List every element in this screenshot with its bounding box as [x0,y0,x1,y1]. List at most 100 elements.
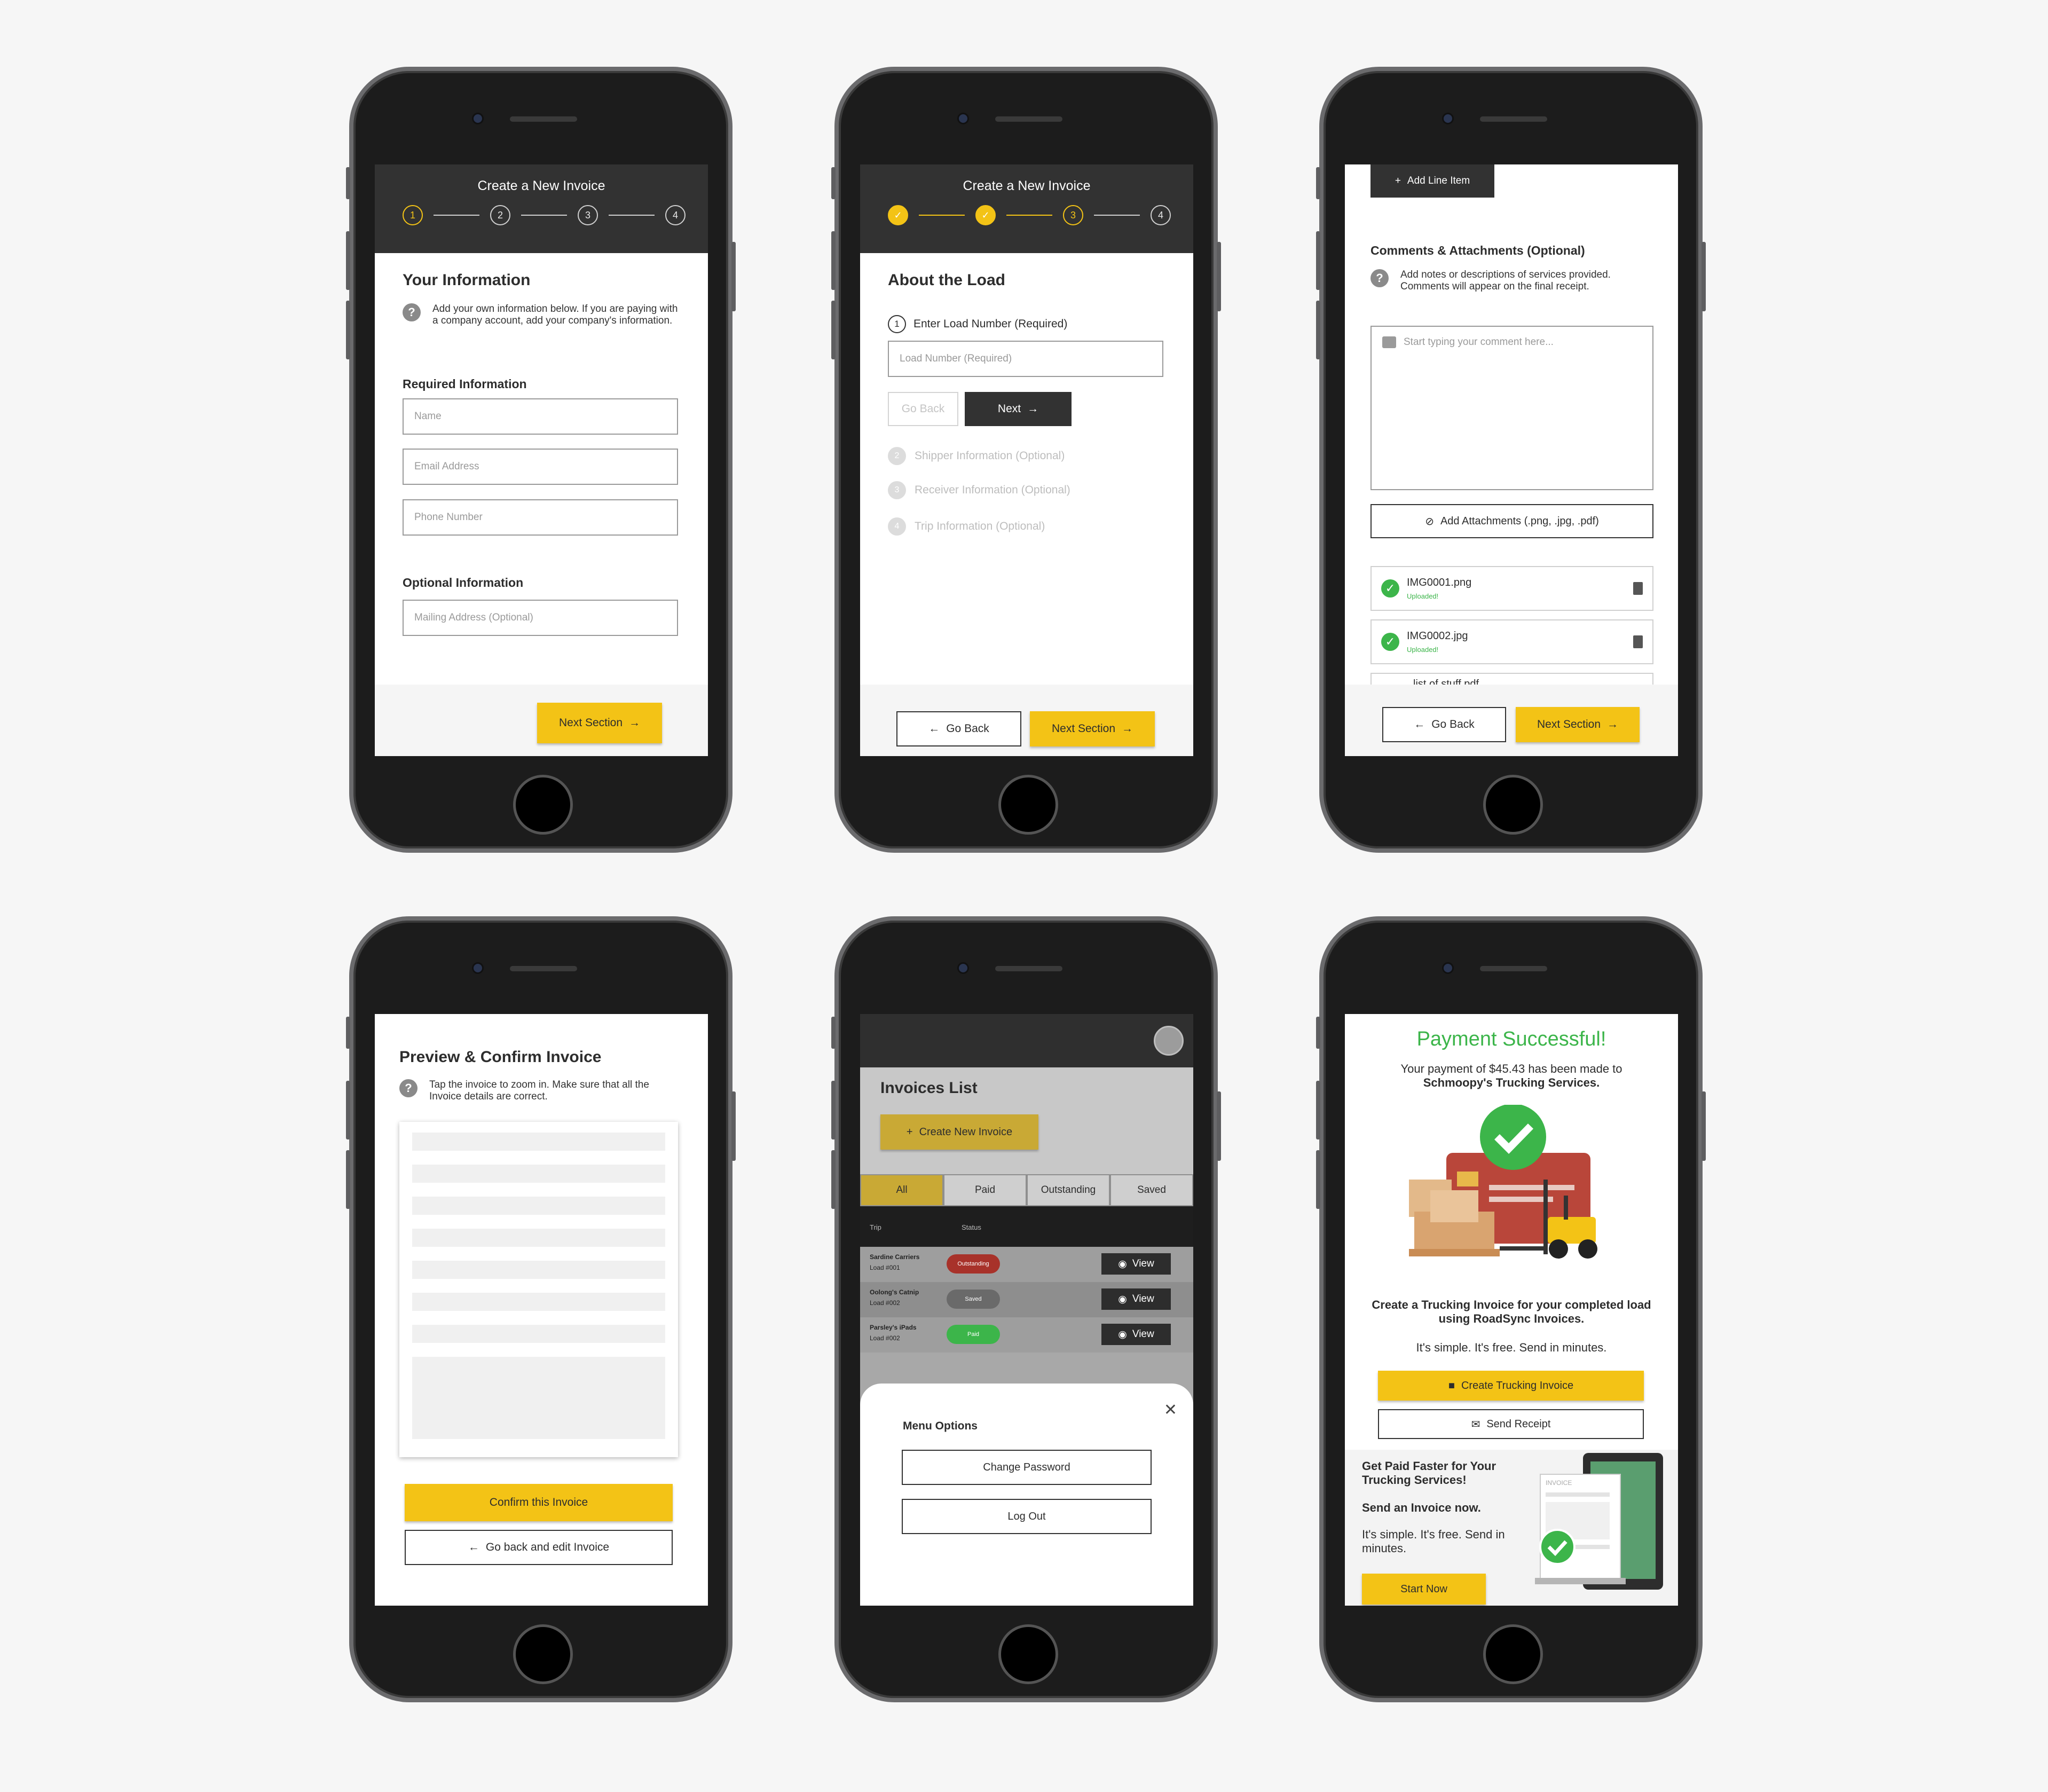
home-button[interactable] [998,1624,1058,1684]
step-indicator: 1 2 3 4 [403,205,686,225]
step-label: Enter Load Number (Required) [913,318,1068,330]
next-section-button[interactable]: Next Section → [1516,707,1640,742]
arrow-left-icon: ← [468,1541,479,1553]
go-back-edit-button[interactable]: ← Go back and edit Invoice [405,1530,673,1565]
add-attachments-button[interactable]: ⊘ Add Attachments (.png, .jpg, .pdf) [1370,504,1653,538]
home-button[interactable] [513,775,573,835]
load-number: Load #001 [870,1264,900,1271]
log-out-button[interactable]: Log Out [902,1499,1152,1534]
column-trip: Trip [870,1223,881,1231]
header-title: Create a New Invoice [477,178,605,193]
step-4: 4 [665,205,686,225]
go-back-button[interactable]: ← Go Back [1382,707,1506,742]
header-title: Create a New Invoice [963,178,1091,193]
header-bar: Create a New Invoice ✓ ✓ 3 4 [860,164,1193,253]
trip-name: Sardine Carriers [870,1253,920,1261]
step-4: 4 [1151,205,1171,225]
send-receipt-label: Send Receipt [1486,1418,1551,1430]
status-badge: Paid [947,1325,1000,1344]
substep-label: Trip Information (Optional) [915,520,1045,532]
phone-frame: Invoices List + Create New Invoice All P… [831,916,1221,1702]
substep-list: 2 Shipper Information (Optional) 3 Recei… [888,446,1070,536]
front-camera [957,113,969,124]
close-icon[interactable]: ✕ [1164,1401,1177,1419]
help-description: Add notes or descriptions of services pr… [1400,269,1611,292]
substep-trip[interactable]: 4 Trip Information (Optional) [888,517,1070,536]
go-back-small-button[interactable]: Go Back [888,392,958,426]
screen-about-the-load: Create a New Invoice ✓ ✓ 3 4 About the L… [860,164,1193,756]
view-label: View [1132,1329,1154,1340]
tab-paid[interactable]: Paid [943,1174,1027,1206]
attachment-name: IMG0001.png [1407,577,1472,588]
speaker [1480,116,1547,122]
phone-field[interactable]: Phone Number [403,499,678,536]
footer: ← Go Back Next Section → [1345,685,1678,756]
create-trucking-invoice-button[interactable]: ■ Create Trucking Invoice [1378,1371,1644,1401]
tab-outstanding[interactable]: Outstanding [1027,1174,1110,1206]
paperclip-icon: ⊘ [1425,515,1434,528]
trash-icon[interactable] [1633,635,1643,648]
load-number-field[interactable]: Load Number (Required) [888,341,1163,377]
next-section-label: Next Section [558,717,623,729]
page-title: About the Load [888,271,1005,289]
envelope-icon: ✉ [1471,1418,1480,1431]
trash-icon[interactable] [1633,582,1643,595]
home-button[interactable] [998,775,1058,835]
table-row[interactable]: Sardine Carriers Load #001 Outstanding ◉… [860,1247,1193,1282]
speaker [1480,966,1547,971]
create-new-invoice-label: Create New Invoice [919,1126,1013,1138]
name-field[interactable]: Name [403,398,678,435]
home-button[interactable] [1483,775,1543,835]
start-now-button[interactable]: Start Now [1362,1574,1486,1605]
step-2-check-icon: ✓ [975,205,996,225]
attachment-item: ✓ IMG0002.jpg Uploaded! [1370,619,1653,664]
phone-frame: Payment Successful! Your payment of $45.… [1316,916,1706,1702]
change-password-button[interactable]: Change Password [902,1450,1152,1485]
go-back-button[interactable]: ← Go Back [896,711,1021,746]
arrow-right-icon: → [1607,718,1619,730]
substep-shipper[interactable]: 2 Shipper Information (Optional) [888,446,1070,466]
status-badge: Outstanding [947,1254,1000,1274]
comment-icon [1382,336,1396,348]
confirm-invoice-button[interactable]: Confirm this Invoice [405,1484,673,1521]
section-title: Comments & Attachments (Optional) [1370,243,1585,257]
status-badge: Saved [947,1290,1000,1309]
eye-icon: ◉ [1118,1329,1127,1340]
view-button[interactable]: ◉ View [1101,1253,1171,1275]
view-button[interactable]: ◉ View [1101,1288,1171,1310]
tab-all[interactable]: All [860,1174,943,1206]
table-row[interactable]: Oolong's Catnip Load #002 Saved ◉ View [860,1282,1193,1317]
invoice-illustration: INVOICE [1535,1453,1663,1590]
invoice-word: INVOICE [1546,1479,1572,1487]
home-button[interactable] [1483,1624,1543,1684]
view-label: View [1132,1293,1154,1304]
footer: Next Section → [375,685,708,756]
view-button[interactable]: ◉ View [1101,1324,1171,1345]
step-1-check-icon: ✓ [888,205,908,225]
next-small-button[interactable]: Next → [965,392,1072,426]
create-new-invoice-button[interactable]: + Create New Invoice [880,1114,1038,1150]
table-row[interactable]: Parsley's iPads Load #002 Paid ◉ View [860,1317,1193,1353]
mailing-address-field[interactable]: Mailing Address (Optional) [403,600,678,636]
home-button[interactable] [513,1624,573,1684]
phone-frame: Create a New Invoice ✓ ✓ 3 4 About the L… [831,67,1221,853]
tab-saved[interactable]: Saved [1110,1174,1193,1206]
comment-textarea[interactable]: Start typing your comment here... [1370,326,1653,490]
page-title: Invoices List [880,1079,978,1097]
screen-your-information: Create a New Invoice 1 2 3 4 Your Inform… [375,164,708,756]
email-field[interactable]: Email Address [403,449,678,485]
screen-invoices-list: Invoices List + Create New Invoice All P… [860,1014,1193,1606]
next-section-button[interactable]: Next Section → [537,703,662,743]
step-2: 2 [490,205,510,225]
invoice-preview[interactable] [399,1122,678,1457]
eye-icon: ◉ [1118,1258,1127,1270]
next-section-button[interactable]: Next Section → [1030,711,1155,746]
card-text: It's simple. It's free. Send in minutes. [1362,1528,1505,1555]
send-receipt-button[interactable]: ✉ Send Receipt [1378,1409,1644,1439]
add-line-item-button[interactable]: + Add Line Item [1370,164,1494,198]
help-icon: ? [1370,269,1389,287]
substep-receiver[interactable]: 3 Receiver Information (Optional) [888,481,1070,500]
go-back-edit-label: Go back and edit Invoice [485,1541,610,1553]
user-avatar-icon[interactable] [1154,1026,1184,1056]
attachment-name: IMG0002.jpg [1407,630,1468,642]
